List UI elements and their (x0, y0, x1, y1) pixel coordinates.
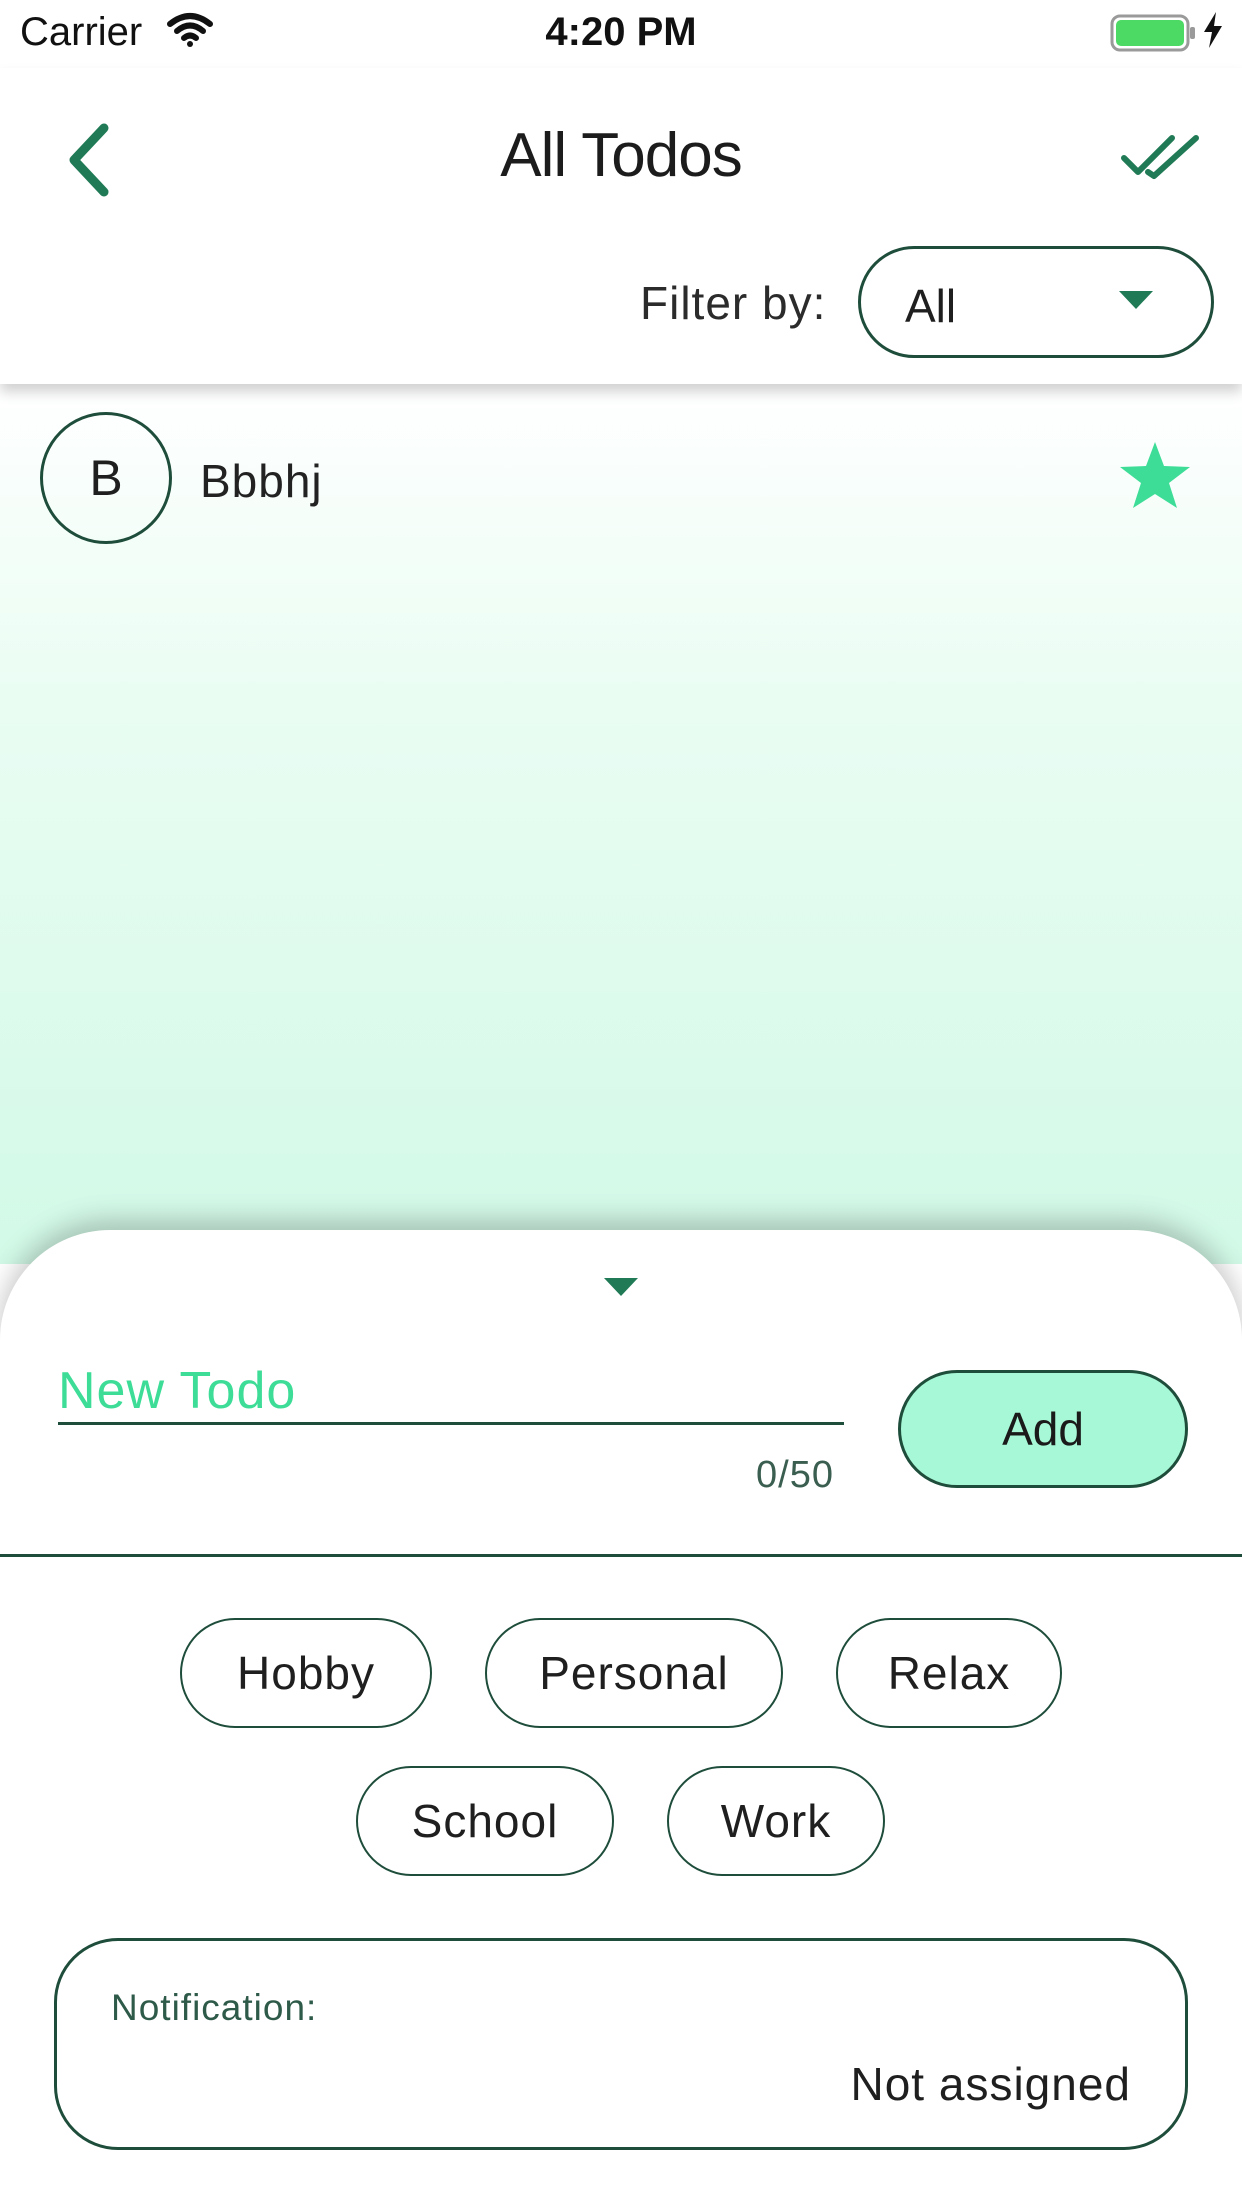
category-chip-personal[interactable]: Personal (485, 1618, 783, 1728)
caret-down-icon (1119, 291, 1153, 314)
avatar: B (40, 412, 172, 544)
status-bar: Carrier 4:20 PM (0, 0, 1242, 68)
battery-icon (1110, 14, 1196, 57)
category-chip-hobby[interactable]: Hobby (180, 1618, 432, 1728)
add-button[interactable]: Add (898, 1370, 1188, 1488)
category-chip-relax[interactable]: Relax (836, 1618, 1062, 1728)
input-underline (58, 1422, 844, 1425)
filter-label: Filter by: (640, 277, 827, 329)
filter-dropdown[interactable]: All (858, 246, 1214, 358)
category-chip-school[interactable]: School (356, 1766, 614, 1876)
star-icon[interactable] (1118, 440, 1192, 515)
collapse-caret-icon[interactable] (604, 1278, 638, 1301)
filter-selected-value: All (905, 280, 957, 332)
char-counter: 0/50 (756, 1454, 834, 1496)
new-todo-input[interactable] (58, 1358, 844, 1424)
notification-field[interactable]: Notification: Not assigned (54, 1938, 1188, 2150)
notification-value: Not assigned (850, 2058, 1131, 2110)
page-title: All Todos (500, 121, 742, 190)
charging-bolt-icon (1202, 10, 1224, 55)
status-time: 4:20 PM (545, 10, 697, 54)
todo-list: B Bbbhj (0, 384, 1242, 1264)
double-check-icon (1121, 135, 1199, 179)
category-chip-work[interactable]: Work (667, 1766, 885, 1876)
notification-label: Notification: (111, 1987, 318, 2028)
new-todo-sheet: 0/50 Add Hobby Personal Relax School Wor… (0, 1230, 1242, 2208)
mark-all-done-button[interactable] (1120, 128, 1204, 188)
app-header: All Todos Filter by: All (0, 68, 1242, 384)
divider (0, 1554, 1242, 1557)
todo-title: Bbbhj (200, 455, 323, 507)
list-item[interactable]: B Bbbhj (0, 410, 1242, 546)
